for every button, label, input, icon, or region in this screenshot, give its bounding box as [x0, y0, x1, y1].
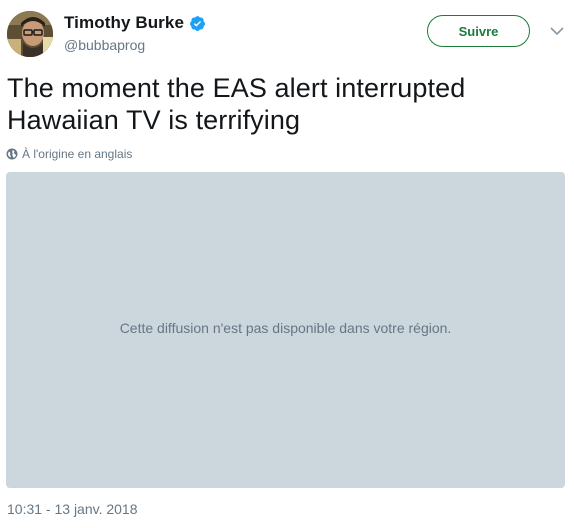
avatar[interactable]: [7, 11, 53, 57]
tweet-text: The moment the EAS alert interrupted Haw…: [7, 73, 466, 135]
tweet-menu-button[interactable]: [549, 24, 565, 38]
translation-note-text: À l'origine en anglais: [22, 147, 133, 161]
author-handle[interactable]: @bubbaprog: [64, 37, 145, 53]
tweet-timestamp[interactable]: 10:31 - 13 janv. 2018: [7, 501, 138, 517]
tweet-card: Timothy Burke @bubbaprog Suivre The mome…: [0, 0, 574, 528]
follow-button[interactable]: Suivre: [427, 15, 530, 47]
globe-icon: [6, 148, 18, 160]
video-placeholder[interactable]: Cette diffusion n'est pas disponible dan…: [6, 172, 565, 488]
translation-note[interactable]: À l'origine en anglais: [6, 146, 132, 162]
verified-badge-icon: [189, 15, 206, 32]
chevron-down-icon: [550, 26, 564, 35]
avatar-image: [7, 11, 53, 57]
author-name-row: Timothy Burke: [64, 12, 206, 34]
author-display-name[interactable]: Timothy Burke: [64, 13, 184, 33]
unavailable-message: Cette diffusion n'est pas disponible dan…: [119, 320, 452, 336]
